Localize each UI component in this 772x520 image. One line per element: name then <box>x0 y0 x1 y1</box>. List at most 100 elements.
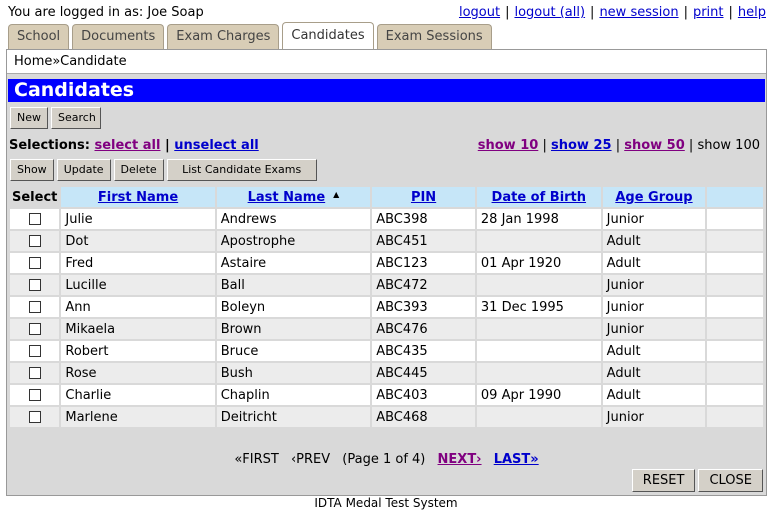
last-name-cell: Chaplin <box>216 385 371 405</box>
last-name-header: Last Name ▲ <box>216 187 371 207</box>
dob-cell <box>476 341 601 361</box>
print-link[interactable]: print <box>693 5 724 20</box>
dob-header: Date of Birth <box>476 187 601 207</box>
pin-cell: ABC435 <box>372 341 475 361</box>
login-status: You are logged in as: Joe Soap <box>8 5 204 20</box>
dob-cell: 09 Apr 1990 <box>476 385 601 405</box>
reset-button[interactable]: RESET <box>631 469 696 492</box>
row-checkbox[interactable] <box>28 367 41 379</box>
top-links: logout | logout (all) | new session | print | he… <box>459 5 766 20</box>
tab-bar: School Documents Exam Charges Candidates… <box>8 22 495 50</box>
new-button[interactable]: New <box>10 107 48 129</box>
select-column-header: Select <box>10 187 60 207</box>
divider: | <box>542 138 547 153</box>
page-size-links: show 10 | show 25 | show 50 | show 100 <box>478 136 760 156</box>
close-button[interactable]: CLOSE <box>698 469 763 492</box>
tab-exam-sessions[interactable]: Exam Sessions <box>376 24 492 49</box>
sort-age-group-link[interactable]: Age Group <box>615 190 692 205</box>
dob-cell <box>476 231 601 251</box>
divider: | <box>505 5 510 20</box>
page-title: Candidates <box>8 79 765 102</box>
pin-cell: ABC451 <box>372 231 475 251</box>
blank-cell <box>707 341 763 361</box>
row-checkbox[interactable] <box>28 323 41 335</box>
age-group-cell: Junior <box>602 209 706 229</box>
top-bar: You are logged in as: Joe Soap logout | lo… <box>8 4 766 22</box>
pin-cell: ABC398 <box>372 209 475 229</box>
show-10-link[interactable]: show 10 <box>478 138 539 153</box>
pin-cell: ABC476 <box>372 319 475 339</box>
update-button[interactable]: Update <box>56 159 111 181</box>
divider: | <box>590 5 595 20</box>
footer: IDTA Medal Test System <box>314 496 458 510</box>
pager-last-link[interactable]: LAST» <box>494 452 539 467</box>
divider: | <box>728 5 733 20</box>
row-select-cell <box>10 297 60 317</box>
show-50-link[interactable]: show 50 <box>624 138 685 153</box>
tab-documents[interactable]: Documents <box>72 24 165 49</box>
sort-last-name-link[interactable]: Last Name <box>248 190 326 205</box>
tab-exam-charges[interactable]: Exam Charges <box>167 24 280 49</box>
first-name-cell: Charlie <box>61 385 215 405</box>
row-checkbox[interactable] <box>28 235 41 247</box>
candidates-table: Select First Name Last Name ▲ PIN Date of… <box>8 185 765 429</box>
row-checkbox[interactable] <box>28 389 41 401</box>
pager-prev: ‹PREV <box>290 452 331 467</box>
sort-ascending-icon: ▲ <box>333 189 340 199</box>
first-name-cell: Robert <box>61 341 215 361</box>
unselect-all-link[interactable]: unselect all <box>174 138 258 153</box>
last-name-cell: Boleyn <box>216 297 371 317</box>
pager-next-link[interactable]: NEXT› <box>438 452 482 467</box>
pager: «FIRST ‹PREV (Page 1 of 4) NEXT› LAST» <box>7 451 766 469</box>
blank-cell <box>707 275 763 295</box>
logout-all-link[interactable]: logout (all) <box>514 5 585 20</box>
table-row: Julie Andrews ABC398 28 Jan 1998 Junior <box>10 209 763 229</box>
row-checkbox[interactable] <box>28 345 41 357</box>
last-name-cell: Brown <box>216 319 371 339</box>
new-session-link[interactable]: new session <box>599 5 678 20</box>
tab-school[interactable]: School <box>8 24 70 49</box>
sort-pin-link[interactable]: PIN <box>411 190 436 205</box>
row-select-cell <box>10 231 60 251</box>
show-button[interactable]: Show <box>10 159 54 181</box>
blank-cell <box>707 231 763 251</box>
selection-row: Selections: select all | unselect all sh… <box>7 136 766 156</box>
table-row: Marlene Deitricht ABC468 Junior <box>10 407 763 427</box>
help-link[interactable]: help <box>738 5 766 20</box>
first-name-cell: Dot <box>61 231 215 251</box>
pin-header: PIN <box>372 187 475 207</box>
pin-cell: ABC468 <box>372 407 475 427</box>
row-checkbox[interactable] <box>28 279 41 291</box>
age-group-cell: Adult <box>602 253 706 273</box>
tab-candidates[interactable]: Candidates <box>282 22 374 49</box>
row-checkbox[interactable] <box>28 411 41 423</box>
age-group-cell: Junior <box>602 297 706 317</box>
last-name-cell: Ball <box>216 275 371 295</box>
blank-cell <box>707 297 763 317</box>
blank-cell <box>707 363 763 383</box>
dob-cell: 01 Apr 1920 <box>476 253 601 273</box>
toolbar: New Search <box>10 107 104 129</box>
show-25-link[interactable]: show 25 <box>551 138 612 153</box>
dob-cell: 31 Dec 1995 <box>476 297 601 317</box>
logout-link[interactable]: logout <box>459 5 500 20</box>
row-checkbox[interactable] <box>28 213 41 225</box>
delete-button[interactable]: Delete <box>113 159 164 181</box>
sort-first-name-link[interactable]: First Name <box>98 190 178 205</box>
table-row: Lucille Ball ABC472 Junior <box>10 275 763 295</box>
table-row: Robert Bruce ABC435 Adult <box>10 341 763 361</box>
row-checkbox[interactable] <box>28 301 41 313</box>
divider: | <box>683 5 688 20</box>
list-candidate-exams-button[interactable]: List Candidate Exams <box>166 159 317 181</box>
content-frame: Home»Candidate Candidates New Search Sele… <box>6 49 767 496</box>
last-name-cell: Apostrophe <box>216 231 371 251</box>
pin-cell: ABC123 <box>372 253 475 273</box>
select-all-link[interactable]: select all <box>94 138 160 153</box>
search-button[interactable]: Search <box>51 107 101 129</box>
row-checkbox[interactable] <box>28 257 41 269</box>
sort-dob-link[interactable]: Date of Birth <box>492 190 586 205</box>
row-select-cell <box>10 385 60 405</box>
breadcrumb: Home»Candidate <box>7 50 766 74</box>
last-name-cell: Astaire <box>216 253 371 273</box>
row-select-cell <box>10 363 60 383</box>
